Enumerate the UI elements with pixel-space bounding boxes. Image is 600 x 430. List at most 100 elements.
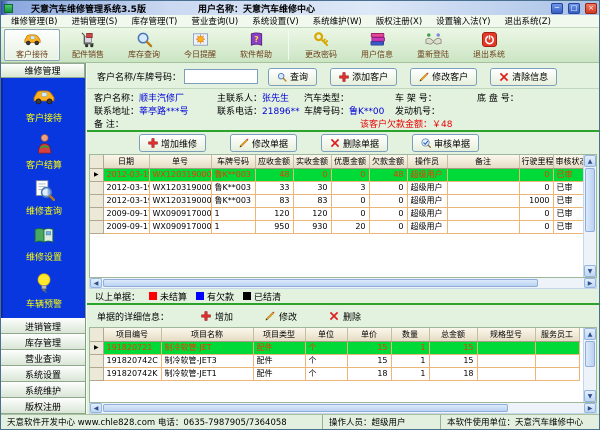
- sidebar-item-2[interactable]: 客户结算: [26, 133, 62, 171]
- table-row[interactable]: 2012-03-19WX1203190001鲁K**003838300超级用户1…: [90, 194, 583, 207]
- table-row[interactable]: ▶2012-03-19WX1203190003鲁K**003480048超级用户…: [90, 168, 583, 181]
- column-header[interactable]: 应收金额: [255, 155, 293, 168]
- column-header[interactable]: 实收金额: [293, 155, 331, 168]
- scrollbar-track[interactable]: [539, 278, 584, 288]
- sidebar-button-3[interactable]: 营业查询: [1, 350, 85, 366]
- toolbar-button-1[interactable]: 客户接待: [4, 29, 60, 61]
- row-selector[interactable]: [90, 181, 103, 194]
- column-header[interactable]: 操作员: [407, 155, 447, 168]
- scrollbar-thumb[interactable]: [103, 279, 538, 287]
- details-vertical-scrollbar[interactable]: ▲ ▼: [583, 328, 596, 402]
- sidebar-button-4[interactable]: 系统设置: [1, 366, 85, 382]
- menu-item[interactable]: 进销管理(S): [64, 15, 124, 27]
- toolbar-button-5[interactable]: ?软件帮助: [228, 29, 284, 61]
- detail-action-1-button[interactable]: 增加: [201, 310, 233, 323]
- toolbar-button-6[interactable]: 更改密码: [293, 29, 349, 61]
- toolbar-button-7[interactable]: 用户信息: [349, 29, 405, 61]
- order-action-3-button[interactable]: 删除单据: [321, 134, 388, 152]
- toolbar-button-2[interactable]: 配件销售: [60, 29, 116, 61]
- menu-item[interactable]: 维修管理(B): [4, 15, 64, 27]
- table-row[interactable]: 2009-09-17WX09091700041950930200超级用户0已审: [90, 220, 583, 233]
- column-header[interactable]: 规格型号: [477, 328, 535, 341]
- table-row[interactable]: 191820742C制冷软管-JET3配件个15115: [90, 354, 579, 367]
- column-header[interactable]: 行驶里程: [519, 155, 553, 168]
- sidebar-item-3[interactable]: 维修查询: [26, 179, 62, 217]
- order-action-1-button[interactable]: 增加维修: [139, 134, 206, 152]
- row-selector[interactable]: [90, 367, 103, 380]
- sidebar-button-1[interactable]: 进销管理: [1, 318, 85, 334]
- sidebar-button-6[interactable]: 版权注册: [1, 398, 85, 414]
- scrollbar-thumb[interactable]: [585, 341, 595, 367]
- scroll-right-icon[interactable]: ▶: [584, 278, 596, 288]
- table-row[interactable]: 191820742K制冷软管-JET1配件个18118: [90, 367, 579, 380]
- sidebar-item-4[interactable]: 维修设置: [26, 225, 62, 263]
- scrollbar-track[interactable]: [509, 403, 584, 413]
- row-selector[interactable]: ▶: [90, 168, 103, 181]
- column-header[interactable]: 数量: [391, 328, 429, 341]
- minimize-button[interactable]: ─: [551, 3, 563, 14]
- scroll-up-icon[interactable]: ▲: [584, 328, 596, 340]
- orders-horizontal-scrollbar[interactable]: ◀ ▶: [89, 278, 597, 289]
- menu-item[interactable]: 版权注册(X): [369, 15, 429, 27]
- menu-item[interactable]: 系统设置(V): [245, 15, 305, 27]
- sidebar-header-repair-management[interactable]: 维修管理: [1, 63, 85, 78]
- toolbar-button-9[interactable]: 退出系统: [461, 29, 517, 61]
- table-row[interactable]: 2012-03-19WX1203190002鲁K**003333030超级用户0…: [90, 181, 583, 194]
- scroll-left-icon[interactable]: ◀: [90, 403, 102, 413]
- table-row[interactable]: ▶191820721制冷软管-JET配件个15115: [90, 341, 579, 354]
- row-selector[interactable]: ▶: [90, 341, 103, 354]
- scroll-up-icon[interactable]: ▲: [584, 155, 596, 167]
- toolbar-button-4[interactable]: 今日提醒: [172, 29, 228, 61]
- column-header[interactable]: 车牌号码: [211, 155, 255, 168]
- column-header[interactable]: 日期: [103, 155, 149, 168]
- column-header[interactable]: 单号: [149, 155, 211, 168]
- column-header[interactable]: 服务员工: [535, 328, 579, 341]
- scroll-left-icon[interactable]: ◀: [90, 278, 102, 288]
- search-action-4-button[interactable]: 清除信息: [490, 68, 557, 86]
- details-horizontal-scrollbar[interactable]: ◀ ▶: [89, 403, 597, 414]
- scroll-down-icon[interactable]: ▼: [584, 265, 596, 277]
- column-header[interactable]: 审核状态: [553, 155, 583, 168]
- menu-item[interactable]: 系统维护(W): [306, 15, 369, 27]
- sidebar-button-5[interactable]: 系统维护: [1, 382, 85, 398]
- orders-vertical-scrollbar[interactable]: ▲ ▼: [583, 155, 596, 277]
- close-button[interactable]: ×: [585, 3, 597, 14]
- scrollbar-track[interactable]: [584, 368, 596, 390]
- toolbar-button-8[interactable]: 重新登陆: [405, 29, 461, 61]
- menu-item[interactable]: 营业查询(U): [184, 15, 245, 27]
- search-action-2-button[interactable]: 添加客户: [330, 68, 397, 86]
- column-header[interactable]: 项目编号: [103, 328, 161, 341]
- order-action-2-button[interactable]: 修改单据: [230, 134, 297, 152]
- toolbar-button-3[interactable]: 库存查询: [116, 29, 172, 61]
- scroll-down-icon[interactable]: ▼: [584, 390, 596, 402]
- menu-item[interactable]: 库存管理(T): [125, 15, 185, 27]
- detail-action-3-button[interactable]: 删除: [329, 310, 361, 323]
- order-action-4-button[interactable]: 审核单据: [412, 134, 479, 152]
- column-header[interactable]: 项目名称: [161, 328, 253, 341]
- scroll-right-icon[interactable]: ▶: [584, 403, 596, 413]
- sidebar-item-1[interactable]: 客户接待: [26, 86, 62, 124]
- column-header[interactable]: 项目类型: [253, 328, 305, 341]
- column-header[interactable]: 单位: [305, 328, 347, 341]
- detail-action-2-button[interactable]: 修改: [265, 310, 297, 323]
- sidebar-button-2[interactable]: 库存管理: [1, 334, 85, 350]
- restore-button[interactable]: □: [568, 3, 580, 14]
- scrollbar-thumb[interactable]: [103, 404, 508, 412]
- row-selector[interactable]: [90, 220, 103, 233]
- column-header[interactable]: 单价: [347, 328, 391, 341]
- menu-item[interactable]: 设置输入法(Y): [429, 15, 497, 27]
- scrollbar-thumb[interactable]: [585, 168, 595, 232]
- column-header[interactable]: 总金额: [429, 328, 477, 341]
- search-input[interactable]: [184, 69, 258, 84]
- search-action-3-button[interactable]: 修改客户: [410, 68, 477, 86]
- row-selector[interactable]: [90, 354, 103, 367]
- row-selector[interactable]: [90, 194, 103, 207]
- column-header[interactable]: 欠款金额: [369, 155, 407, 168]
- sidebar-item-5[interactable]: 车辆预警: [26, 272, 62, 310]
- search-action-1-button[interactable]: 查询: [268, 68, 317, 86]
- row-selector[interactable]: [90, 207, 103, 220]
- column-header[interactable]: 备注: [447, 155, 519, 168]
- scrollbar-track[interactable]: [584, 233, 596, 265]
- table-row[interactable]: 2009-09-17WX0909170005112012000超级用户0已审: [90, 207, 583, 220]
- menu-item[interactable]: 退出系统(Z): [497, 15, 557, 27]
